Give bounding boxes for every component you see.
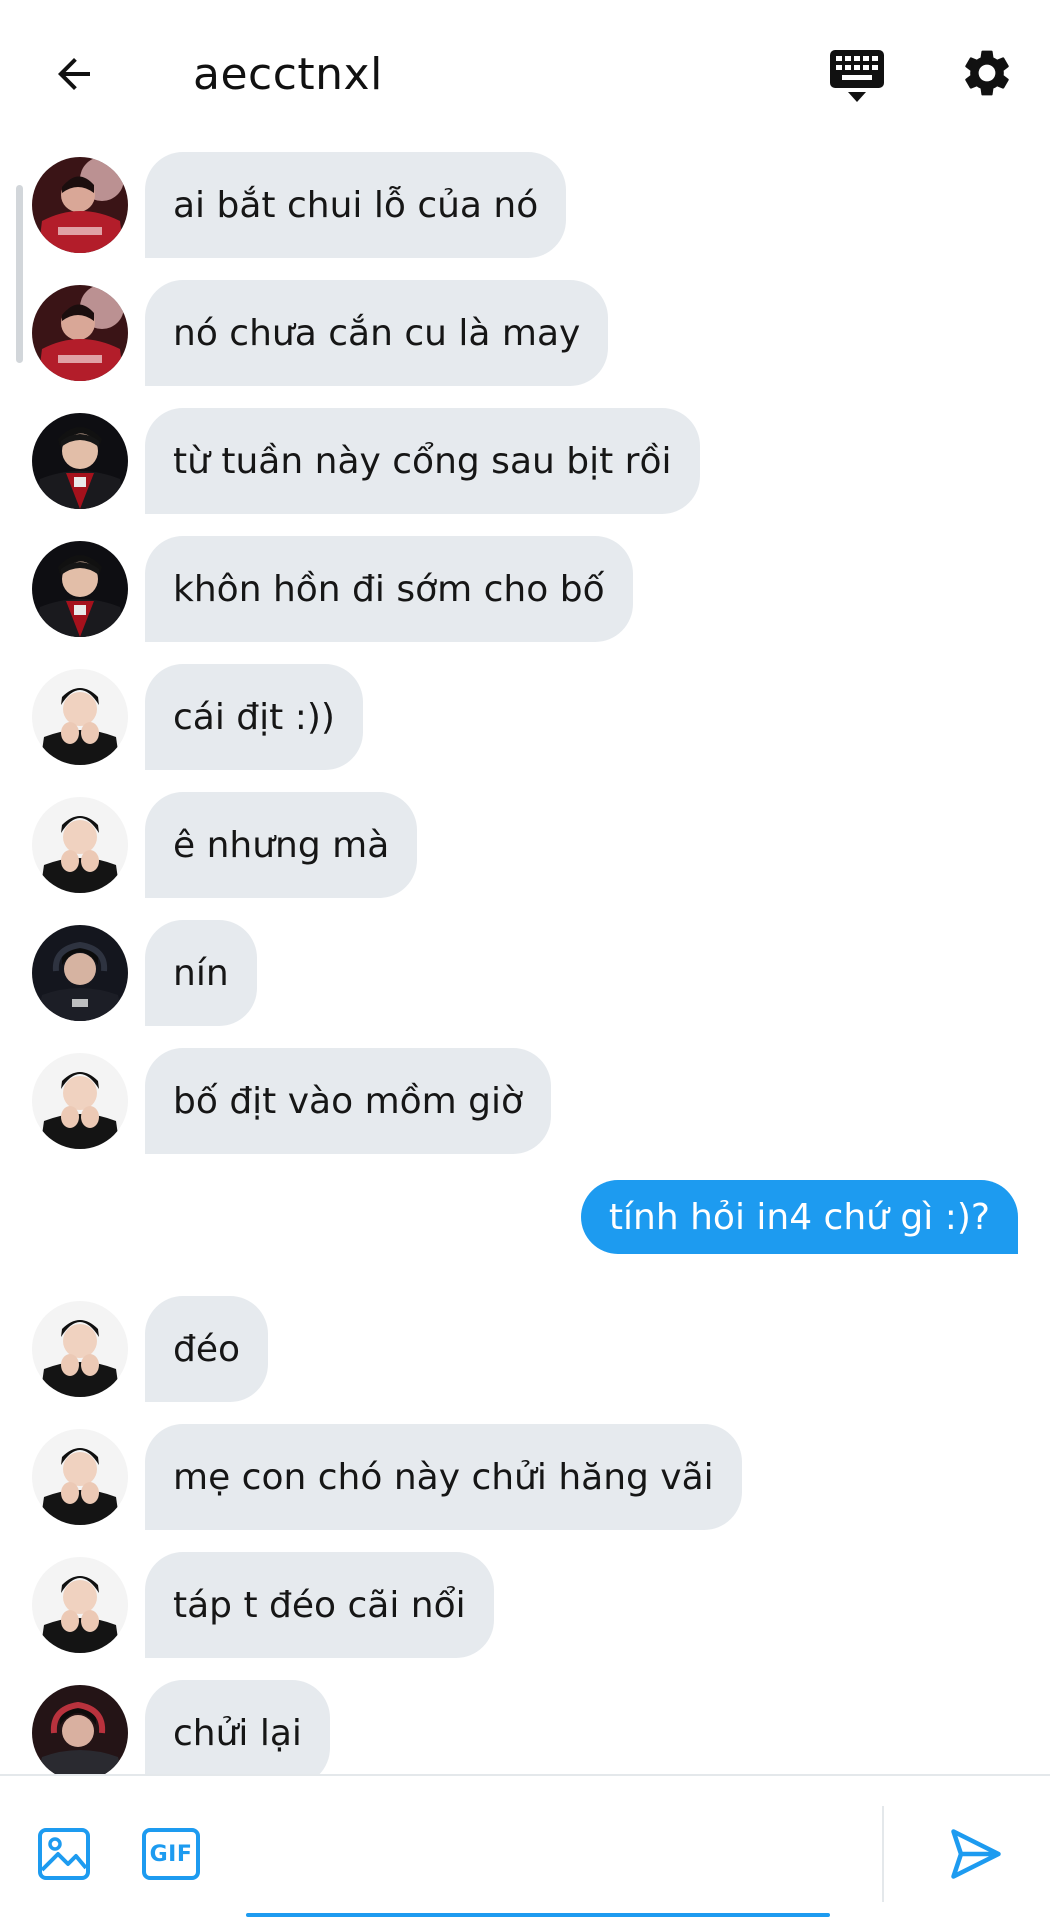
message-input[interactable] <box>244 1812 836 1884</box>
gif-button[interactable]: GIF <box>142 1828 200 1880</box>
message-row: mẹ con chó này chửi hăng vãi <box>0 1424 1050 1530</box>
message-bubble[interactable]: chửi lại <box>145 1680 330 1774</box>
input-underline <box>246 1913 830 1917</box>
message-row: nín <box>0 920 1050 1026</box>
send-button[interactable] <box>946 1824 1006 1884</box>
avatar[interactable] <box>32 541 128 637</box>
back-button[interactable] <box>44 44 104 104</box>
message-row: ê nhưng mà <box>0 792 1050 898</box>
avatar[interactable] <box>32 285 128 381</box>
settings-button[interactable] <box>958 44 1016 102</box>
message-composer: GIF <box>0 1774 1050 1920</box>
send-icon <box>951 1829 1001 1879</box>
avatar[interactable] <box>32 669 128 765</box>
message-bubble[interactable]: ê nhưng mà <box>145 792 418 898</box>
avatar[interactable] <box>32 413 128 509</box>
avatar[interactable] <box>32 1053 128 1149</box>
message-bubble[interactable]: bố địt vào mồm giờ <box>145 1048 552 1154</box>
gear-icon <box>965 50 1009 96</box>
message-row: nó chưa cắn cu là may <box>0 280 1050 386</box>
message-row-sent: tính hỏi in4 chứ gì :)? <box>0 1180 1050 1254</box>
avatar[interactable] <box>32 157 128 253</box>
arrow-left-icon <box>58 58 90 90</box>
keyboard-icon <box>830 50 884 102</box>
message-bubble[interactable]: mẹ con chó này chửi hăng vãi <box>145 1424 742 1530</box>
avatar[interactable] <box>32 1557 128 1653</box>
message-bubble[interactable]: táp t đéo cãi nổi <box>145 1552 494 1658</box>
avatar[interactable] <box>32 797 128 893</box>
message-bubble[interactable]: từ tuần này cổng sau bịt rồi <box>145 408 700 514</box>
image-icon <box>38 1828 90 1880</box>
message-bubble[interactable]: nín <box>145 920 257 1026</box>
message-bubble[interactable]: đéo <box>145 1296 269 1402</box>
message-bubble[interactable]: ai bắt chui lỗ của nó <box>145 152 567 258</box>
message-row: ai bắt chui lỗ của nó <box>0 152 1050 258</box>
avatar[interactable] <box>32 1429 128 1525</box>
message-row: bố địt vào mồm giờ <box>0 1048 1050 1154</box>
message-row: táp t đéo cãi nổi <box>0 1552 1050 1658</box>
message-row: cái địt :)) <box>0 664 1050 770</box>
message-row: chửi lại <box>0 1680 1050 1774</box>
message-bubble-sent[interactable]: tính hỏi in4 chứ gì :)? <box>580 1180 1018 1254</box>
message-row: từ tuần này cổng sau bịt rồi <box>0 408 1050 514</box>
message-bubble[interactable]: khôn hồn đi sớm cho bố <box>145 536 633 642</box>
message-row: đéo <box>0 1296 1050 1402</box>
message-bubble[interactable]: cái địt :)) <box>145 664 363 770</box>
keyboard-button[interactable] <box>826 44 888 106</box>
avatar[interactable] <box>32 1685 128 1774</box>
divider <box>882 1806 884 1902</box>
message-list: ai bắt chui lỗ của nó nó chưa cắn cu là … <box>0 148 1050 1774</box>
avatar[interactable] <box>32 1301 128 1397</box>
avatar[interactable] <box>32 925 128 1021</box>
conversation-header: aecctnxl <box>0 0 1050 148</box>
conversation-title: aecctnxl <box>193 49 383 100</box>
message-row: khôn hồn đi sớm cho bố <box>0 536 1050 642</box>
add-media-button[interactable] <box>36 1826 92 1882</box>
message-bubble[interactable]: nó chưa cắn cu là may <box>145 280 609 386</box>
